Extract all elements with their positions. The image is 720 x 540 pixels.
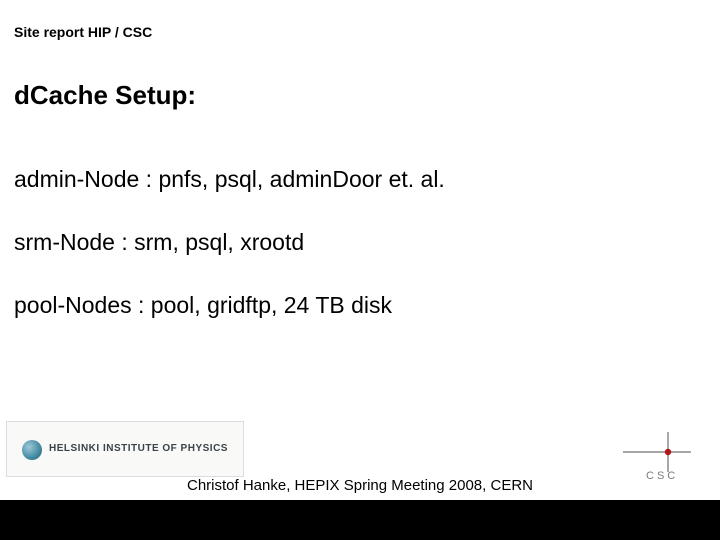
slide-title: dCache Setup:	[14, 80, 196, 111]
hip-logo: HELSINKI INSTITUTE OF PHYSICS	[6, 421, 244, 477]
bottom-bar	[0, 500, 720, 540]
body-line: pool-Nodes : pool, gridftp, 24 TB disk	[14, 291, 700, 320]
hip-globe-icon	[22, 440, 42, 460]
body-line: srm-Node : srm, psql, xrootd	[14, 228, 700, 257]
slide-header: Site report HIP / CSC	[14, 24, 152, 40]
body-line: admin-Node : pnfs, psql, adminDoor et. a…	[14, 165, 700, 194]
csc-cross-icon	[618, 430, 696, 474]
slide-body: admin-Node : pnfs, psql, adminDoor et. a…	[14, 165, 700, 353]
slide: Site report HIP / CSC dCache Setup: admi…	[0, 0, 720, 540]
hip-logo-text: HELSINKI INSTITUTE OF PHYSICS	[49, 443, 228, 454]
slide-footer: Christof Hanke, HEPIX Spring Meeting 200…	[0, 477, 720, 494]
